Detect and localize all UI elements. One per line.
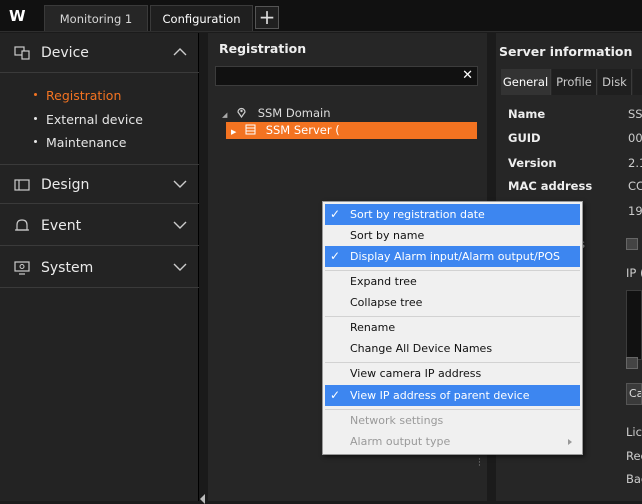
menu-item-view-ip-parent-device[interactable]: ✓ View IP address of parent device [325,385,580,406]
panel-title: Server information [499,44,633,59]
add-tab-icon[interactable]: + [255,6,279,29]
tab-monitoring-1[interactable]: Monitoring 1 [44,5,148,31]
checkbox[interactable] [626,357,638,369]
sidebar-subitem-maintenance[interactable]: Maintenance [34,135,127,150]
info-value-name: SSI [628,107,642,121]
bullet-icon [34,140,37,143]
server-icon [245,124,256,135]
menu-item-display-alarm-io-pos[interactable]: ✓ Display Alarm input/Alarm output/POS [325,246,580,267]
context-menu: ✓ Sort by registration date Sort by name… [322,201,583,455]
tab-overflow[interactable] [633,69,642,95]
tree-item-label: SSM Server ( [265,123,340,137]
menu-item-label: Sort by registration date [350,208,485,221]
checkmark-icon: ✓ [330,207,341,221]
menu-item-view-camera-ip-address[interactable]: View camera IP address [325,363,580,384]
info-value-ip: 192 [628,204,642,218]
menu-item-label: View camera IP address [350,367,482,380]
tab-disk[interactable]: Disk [598,69,632,95]
sidebar-item-label: Design [41,177,90,193]
tree-item-ssm-server[interactable]: ▶ SSM Server ( [226,122,477,139]
sidebar-subitem-label: Maintenance [46,135,127,150]
sidebar-subitem-label: Registration [46,88,122,103]
search-input[interactable]: ✕ [215,66,478,86]
ip-list-box[interactable] [626,290,642,360]
info-value-guid: 00c [628,131,642,145]
expand-arrow-icon[interactable]: ◢ [222,111,227,119]
device-icon [14,46,30,60]
tree-item-label: SSM Domain [257,106,331,120]
info-value-mac: CC [628,179,642,193]
menu-item-label: View IP address of parent device [350,389,530,402]
collapse-arrow-icon[interactable] [200,494,205,504]
checkbox[interactable] [626,238,638,250]
sidebar-item-design[interactable]: Design [0,164,199,204]
menu-item-label: Display Alarm input/Alarm output/POS [350,250,561,263]
checkmark-icon: ✓ [330,249,341,263]
panel-title: Registration [219,41,307,56]
bullet-icon [34,93,37,96]
chevron-down-icon[interactable] [173,220,187,230]
drag-handle-icon[interactable]: · · · [478,456,481,471]
chevron-down-icon[interactable] [173,179,187,189]
info-label-version: Version [508,156,557,170]
sidebar-item-label: Device [41,45,89,61]
tab-profile[interactable]: Profile [552,69,597,95]
info-label-mac: MAC address [508,179,593,193]
menu-item-alarm-output-type: Alarm output type [325,431,580,452]
tree-item-ssm-domain[interactable]: ◢ SSM Domain [222,106,331,120]
menu-item-label: Alarm output type [350,435,451,448]
top-bar: W Monitoring 1 Configuration + [0,0,642,32]
sidebar-item-label: System [41,260,94,276]
sidebar-item-system[interactable]: System [0,248,199,288]
clear-icon[interactable]: ✕ [462,68,473,83]
menu-item-label: Sort by name [350,229,425,242]
chevron-up-icon[interactable] [173,47,187,57]
text-fragment: Bac [626,472,642,486]
sidebar-splitter[interactable] [199,33,208,504]
checkmark-icon: ✓ [330,388,341,402]
submenu-arrow-icon [568,439,572,445]
tab-general[interactable]: General [501,69,551,95]
sidebar-item-label: Event [41,218,82,234]
action-button[interactable]: Ca [626,383,642,405]
system-icon [14,261,30,275]
menu-item-label: Collapse tree [350,296,423,309]
menu-item-network-settings: Network settings [325,410,580,431]
info-value-version: 2.1 [628,156,642,170]
menu-item-rename[interactable]: Rename [325,317,580,338]
menu-item-collapse-tree[interactable]: Collapse tree [325,292,580,313]
menu-item-sort-by-name[interactable]: Sort by name [325,225,580,246]
sidebar-item-event[interactable]: Event [0,206,199,246]
text-fragment: Lice [626,425,642,439]
menu-item-label: Network settings [350,414,444,427]
sidebar-item-device[interactable]: Device [0,33,199,73]
bullet-icon [34,117,37,120]
bell-icon [15,219,29,231]
info-label-guid: GUID [508,131,541,145]
tab-configuration[interactable]: Configuration [150,5,253,31]
chevron-down-icon[interactable] [173,262,187,272]
design-icon [14,179,30,191]
app-logo: W [9,7,26,25]
sidebar-subitem-registration[interactable]: Registration [34,88,121,103]
menu-item-label: Rename [350,321,396,334]
text-fragment: IP ( [626,266,642,280]
text-fragment: Rec [626,449,642,463]
sidebar-subitem-external-device[interactable]: External device [34,112,143,127]
sidebar: Device Registration External device Main… [0,33,199,501]
menu-item-change-all-device-names[interactable]: Change All Device Names [325,338,580,359]
location-pin-icon [237,107,246,119]
expand-arrow-icon[interactable]: ▶ [231,124,236,141]
sidebar-subitem-label: External device [46,112,143,127]
menu-item-label: Expand tree [350,275,417,288]
menu-item-expand-tree[interactable]: Expand tree [325,271,580,292]
menu-item-sort-by-registration-date[interactable]: ✓ Sort by registration date [325,204,580,225]
menu-item-label: Change All Device Names [350,342,493,355]
info-label-name: Name [508,107,546,121]
